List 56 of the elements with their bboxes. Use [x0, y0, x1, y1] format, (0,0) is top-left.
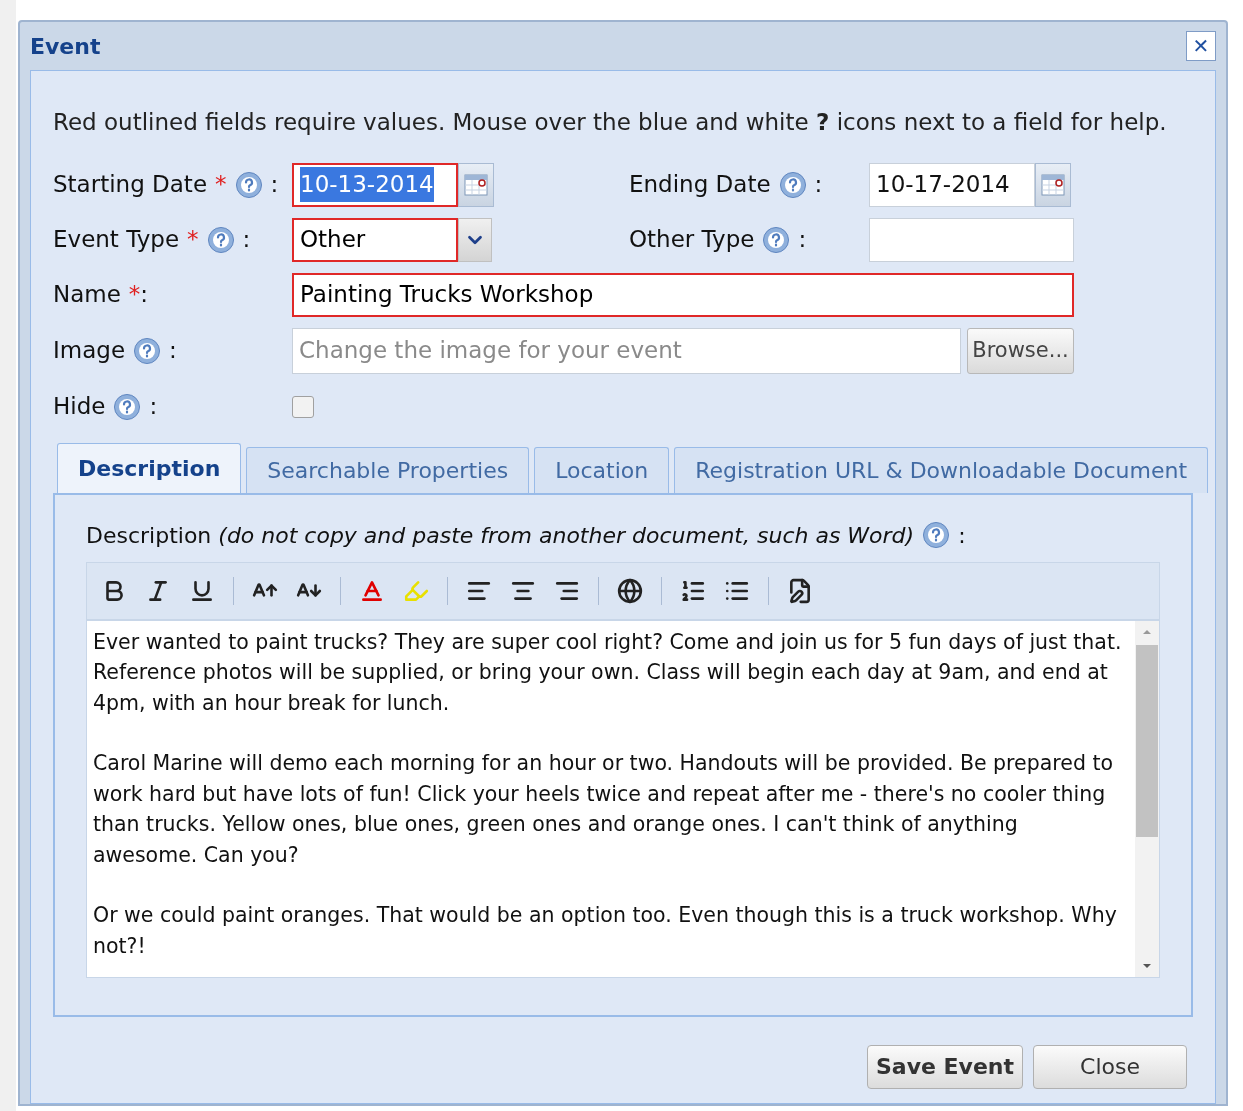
help-icon[interactable]: [206, 225, 235, 254]
calendar-icon[interactable]: [463, 171, 489, 198]
field-label: Starting Date: [53, 170, 208, 200]
instructions-text: Red outlined fields require values. Mouse over the blue and white ? icons next to a field for help.: [53, 108, 1168, 137]
help-icon[interactable]: [234, 170, 263, 199]
date-field[interactable]: 10-17-2014: [869, 162, 1035, 207]
date-field[interactable]: 10-13-2014: [292, 162, 458, 207]
close-button[interactable]: ✕: [1186, 31, 1216, 61]
required-mark: *: [128, 280, 141, 310]
tab[interactable]: Description: [57, 442, 242, 493]
field-label: Event Type: [53, 225, 180, 255]
field-label: Image: [53, 336, 126, 366]
help-icon[interactable]: [778, 170, 807, 199]
required-mark: *: [187, 225, 199, 255]
window-title: Event: [30, 32, 101, 61]
source-edit-icon[interactable]: [787, 577, 813, 604]
tab[interactable]: Searchable Properties: [246, 446, 530, 493]
select-value: Other: [300, 225, 366, 255]
hide-checkbox[interactable]: [292, 395, 314, 418]
name-field[interactable]: Painting Trucks Workshop: [292, 272, 1074, 317]
description-label: Description (do not copy and paste from another document, such as Word): [86, 521, 915, 550]
field-label: Hide: [53, 392, 106, 422]
calendar-button[interactable]: [458, 162, 494, 207]
field-label: Other Type: [629, 225, 755, 255]
required-mark: *: [215, 170, 227, 200]
colon: :: [814, 170, 823, 200]
field-label: Ending Date: [629, 170, 771, 200]
calendar-icon[interactable]: [1040, 171, 1066, 198]
date-value: 10-17-2014: [876, 170, 1010, 200]
colon: :: [270, 170, 279, 200]
calendar-button[interactable]: [1035, 162, 1071, 207]
image-field[interactable]: Change the image for your event: [292, 327, 961, 374]
help-icon[interactable]: [762, 225, 791, 254]
colon: :: [958, 521, 966, 550]
tab[interactable]: Location: [534, 446, 670, 493]
close-button[interactable]: Close: [1033, 1044, 1187, 1089]
help-icon[interactable]: [133, 336, 162, 365]
colon: :: [149, 392, 158, 422]
field-value: Painting Trucks Workshop: [300, 280, 594, 310]
field-label: Name: [53, 280, 121, 310]
colon: :: [798, 225, 807, 255]
colon: :: [242, 225, 251, 255]
colon: :: [140, 280, 149, 310]
globe-icon[interactable]: [617, 577, 643, 604]
browse-button[interactable]: Browse...: [967, 327, 1074, 374]
scrollbar-thumb[interactable]: [1136, 644, 1158, 837]
help-icon[interactable]: [922, 521, 951, 549]
save-button[interactable]: Save Event: [867, 1044, 1023, 1089]
event-type-select[interactable]: Other: [292, 217, 458, 262]
tab[interactable]: Registration URL & Downloadable Document: [674, 446, 1209, 493]
help-icon[interactable]: [113, 392, 142, 421]
other-type-field[interactable]: [869, 217, 1074, 262]
dropdown-button[interactable]: [458, 217, 492, 262]
colon: :: [169, 336, 177, 366]
scrollbar[interactable]: [1135, 620, 1159, 977]
date-value: 10-13-2014: [300, 167, 434, 202]
